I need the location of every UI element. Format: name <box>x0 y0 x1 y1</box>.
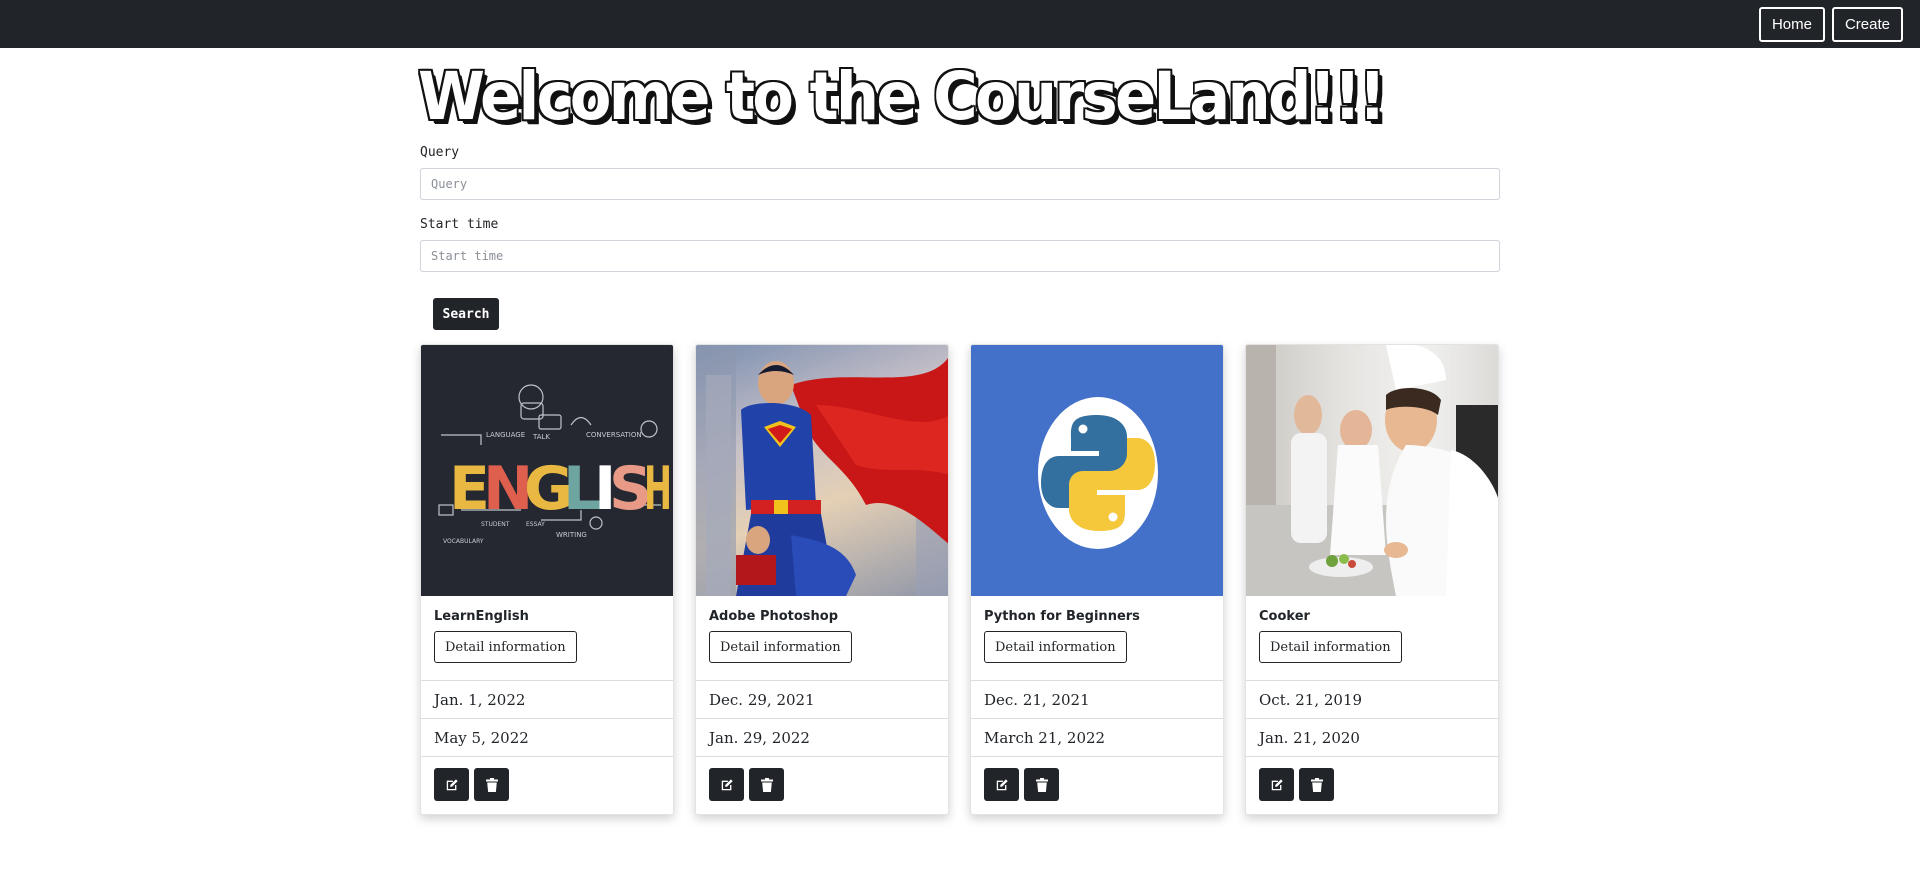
edit-icon <box>1271 778 1283 790</box>
card-actions <box>1246 756 1498 814</box>
page-title: Welcome to the CourseLand!!! <box>418 58 1386 135</box>
edit-button[interactable] <box>1259 768 1294 801</box>
trash-icon <box>485 777 498 792</box>
delete-button[interactable] <box>1024 768 1059 801</box>
svg-text:VOCABULARY: VOCABULARY <box>443 538 484 545</box>
start-date: Dec. 29, 2021 <box>696 680 948 718</box>
edit-button[interactable] <box>984 768 1019 801</box>
svg-text:LANGUAGE: LANGUAGE <box>486 431 525 439</box>
end-date: Jan. 21, 2020 <box>1246 718 1498 756</box>
svg-text:TALK: TALK <box>532 433 550 441</box>
edit-button[interactable] <box>434 768 469 801</box>
chefs-illustration <box>1246 345 1498 596</box>
course-title: LearnEnglish <box>434 609 529 624</box>
card-actions <box>696 756 948 814</box>
svg-text:CONVERSATION: CONVERSATION <box>586 431 642 439</box>
end-date: March 21, 2022 <box>971 718 1223 756</box>
search-button[interactable]: Search <box>433 298 499 330</box>
course-card: Python for Beginners Detail information … <box>970 344 1224 815</box>
python-logo-image <box>971 345 1223 596</box>
course-card-list: LANGUAGE TALK CONVERSATION STUDENT ESSAY… <box>420 344 1499 815</box>
course-title: Cooker <box>1259 609 1310 624</box>
edit-icon <box>446 778 458 790</box>
card-actions <box>971 756 1223 814</box>
python-logo <box>1038 397 1158 549</box>
english-illustration: LANGUAGE TALK CONVERSATION STUDENT ESSAY… <box>438 384 672 545</box>
trash-icon <box>760 777 773 792</box>
superhero-illustration <box>696 345 948 596</box>
edit-button[interactable] <box>709 768 744 801</box>
end-date: Jan. 29, 2022 <box>696 718 948 756</box>
svg-text:H: H <box>644 454 672 524</box>
svg-text:WRITING: WRITING <box>556 531 587 539</box>
detail-information-button[interactable]: Detail information <box>709 631 852 663</box>
detail-information-button[interactable]: Detail information <box>984 631 1127 663</box>
top-navbar: Home Create <box>0 0 1920 48</box>
delete-button[interactable] <box>749 768 784 801</box>
superhero-image <box>696 345 948 596</box>
course-title: Python for Beginners <box>984 609 1140 624</box>
query-label: Query <box>420 145 460 160</box>
start-date: Jan. 1, 2022 <box>421 680 673 718</box>
card-actions <box>421 756 673 814</box>
course-card: Cooker Detail information Oct. 21, 2019 … <box>1245 344 1499 815</box>
home-button[interactable]: Home <box>1758 6 1825 42</box>
start-date: Oct. 21, 2019 <box>1246 680 1498 718</box>
start-date: Dec. 21, 2021 <box>971 680 1223 718</box>
detail-information-button[interactable]: Detail information <box>1259 631 1402 663</box>
start-time-input[interactable] <box>420 240 1500 272</box>
course-card: Adobe Photoshop Detail information Dec. … <box>695 344 949 815</box>
detail-information-button[interactable]: Detail information <box>434 631 577 663</box>
create-button[interactable]: Create <box>1831 6 1903 42</box>
edit-icon <box>996 778 1008 790</box>
trash-icon <box>1035 777 1048 792</box>
start-time-label: Start time <box>420 217 499 232</box>
edit-icon <box>721 778 733 790</box>
english-banner-image: LANGUAGE TALK CONVERSATION STUDENT ESSAY… <box>421 345 673 596</box>
chefs-image <box>1246 345 1498 596</box>
trash-icon <box>1310 777 1323 792</box>
end-date: May 5, 2022 <box>421 718 673 756</box>
query-input[interactable] <box>420 168 1500 200</box>
delete-button[interactable] <box>1299 768 1334 801</box>
course-title: Adobe Photoshop <box>709 609 839 624</box>
course-card: LANGUAGE TALK CONVERSATION STUDENT ESSAY… <box>420 344 674 815</box>
delete-button[interactable] <box>474 768 509 801</box>
